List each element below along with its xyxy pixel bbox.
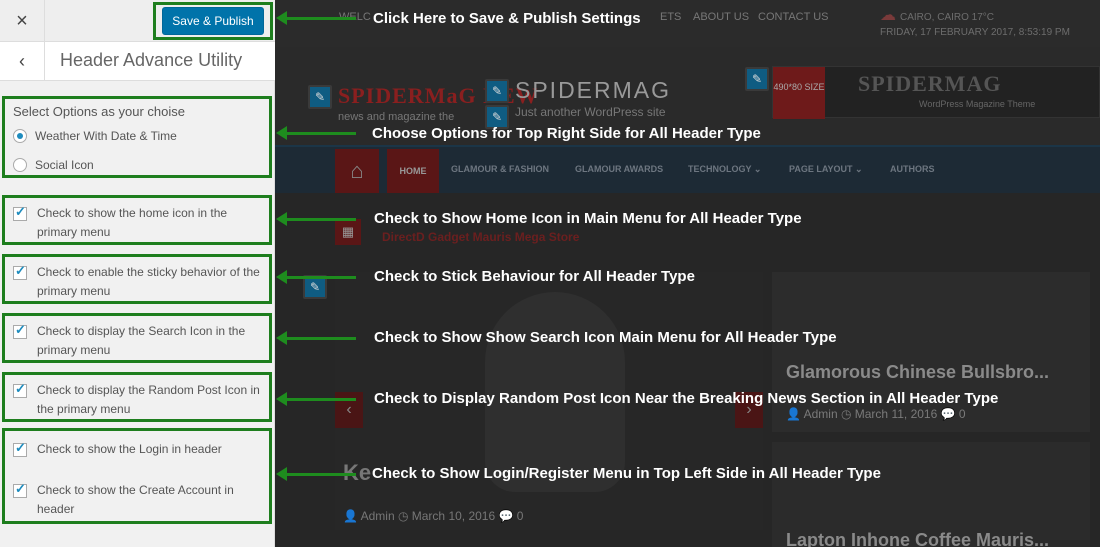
header-ad[interactable]: 490*80 SIZE SPIDERMAG WordPress Magazine… <box>772 66 1100 119</box>
site-name: SPIDERMAG <box>515 77 672 103</box>
annotation-random-post: Check to Display Random Post Icon Near t… <box>374 390 999 407</box>
checkbox[interactable] <box>13 204 27 221</box>
radio-button[interactable] <box>13 129 27 143</box>
nav-item[interactable]: AUTHORS <box>890 164 935 174</box>
search-icon-group: Check to display the Search Icon in the … <box>2 313 272 363</box>
annotation-home-icon: Check to Show Home Icon in Main Menu for… <box>374 210 802 227</box>
nav-item[interactable]: GLAMOUR & FASHION <box>451 164 549 174</box>
top-menu-item[interactable]: CONTACT US <box>758 11 829 23</box>
calendar-icon[interactable]: ▦ <box>335 219 361 245</box>
radio-label: Weather With Date & Time <box>35 129 177 143</box>
checkbox-label: Check to show the Login in header <box>37 442 222 456</box>
top-menu-item[interactable]: ETS <box>660 11 681 23</box>
checkbox-login[interactable]: Check to show the Login in header <box>13 440 263 459</box>
cloud-icon: ☁ <box>880 7 896 24</box>
annotation-arrow <box>276 467 356 481</box>
radio-social[interactable]: Social Icon <box>13 158 94 172</box>
checkbox-random-post[interactable]: Check to display the Random Post Icon in… <box>13 381 263 419</box>
checkbox-label: Check to display the Search Icon in the … <box>37 324 246 357</box>
post-title[interactable]: Glamorous Chinese Bullsbro... <box>786 362 1049 383</box>
checkbox[interactable] <box>13 322 27 339</box>
sticky-group: Check to enable the sticky behavior of t… <box>2 254 272 304</box>
save-publish-button[interactable]: Save & Publish <box>162 7 264 35</box>
checkbox-search-icon[interactable]: Check to display the Search Icon in the … <box>13 322 263 360</box>
annotation-login: Check to Show Login/Register Menu in Top… <box>372 465 881 482</box>
checkbox[interactable] <box>13 381 27 398</box>
checkbox-home-icon[interactable]: Check to show the home icon in the prima… <box>13 204 263 242</box>
annotation-options: Choose Options for Top Right Side for Al… <box>372 125 761 142</box>
site-tagline: Just another WordPress site <box>515 105 666 119</box>
section-title: Header Advance Utility <box>60 50 243 70</box>
publish-highlight: Save & Publish <box>153 2 273 40</box>
post-meta: 👤 Admin ◷ March 11, 2016 💬 0 <box>786 407 966 421</box>
slider-meta: 👤 Admin ◷ March 10, 2016 💬 0 <box>343 509 524 523</box>
radio-weather[interactable]: Weather With Date & Time <box>13 129 177 143</box>
weather-location: CAIRO, CAIRO 17°C <box>900 12 995 23</box>
close-icon[interactable]: × <box>0 0 45 42</box>
annotation-arrow <box>276 392 356 406</box>
checkbox-sticky[interactable]: Check to enable the sticky behavior of t… <box>13 263 263 301</box>
nav-item[interactable]: PAGE LAYOUT ⌄ <box>789 164 863 175</box>
ad-title: SPIDERMAG <box>858 71 1002 96</box>
nav-home[interactable]: HOME <box>387 149 439 193</box>
checkbox-label: Check to enable the sticky behavior of t… <box>37 265 260 298</box>
edit-pencil-icon[interactable]: ✎ <box>308 85 332 109</box>
annotation-arrow <box>276 212 356 226</box>
annotation-search: Check to Show Show Search Icon Main Menu… <box>374 329 837 346</box>
back-icon[interactable]: ‹ <box>0 42 45 81</box>
home-icon[interactable]: ⌂ <box>335 149 379 193</box>
post-card[interactable]: Lapton Inhone Coffee Mauris... <box>772 442 1090 547</box>
edit-pencil-icon[interactable]: ✎ <box>485 79 509 103</box>
logo-subtitle: news and magazine the <box>338 111 455 123</box>
checkbox-label: Check to show the Create Account in head… <box>37 483 234 516</box>
post-card[interactable]: Glamorous Chinese Bullsbro... 👤 Admin ◷ … <box>772 272 1090 432</box>
home-icon-group: Check to show the home icon in the prima… <box>2 195 272 245</box>
edit-pencil-icon[interactable]: ✎ <box>745 67 769 91</box>
options-group: Select Options as your choise Weather Wi… <box>2 96 272 178</box>
checkbox-create-account[interactable]: Check to show the Create Account in head… <box>13 481 263 519</box>
annotation-publish: Click Here to Save & Publish Settings <box>373 10 641 27</box>
weather-date: FRIDAY, 17 FEBRUARY 2017, 8:53:19 PM <box>880 27 1070 38</box>
checkbox-label: Check to show the home icon in the prima… <box>37 206 228 239</box>
nav-item[interactable]: GLAMOUR AWARDS <box>575 164 663 174</box>
radio-label: Social Icon <box>35 158 94 172</box>
annotation-arrow <box>276 126 356 140</box>
weather-widget: ☁ CAIRO, CAIRO 17°C FRIDAY, 17 FEBRUARY 2… <box>880 8 1070 40</box>
annotation-arrow <box>276 270 356 284</box>
breaking-news[interactable]: DirectD Gadget Mauris Mega Store <box>382 230 579 244</box>
customizer-topbar: × Save & Publish <box>0 0 275 42</box>
ad-tagline: WordPress Magazine Theme <box>919 99 1036 109</box>
login-group: Check to show the Login in header Check … <box>2 428 272 524</box>
checkbox[interactable] <box>13 440 27 457</box>
options-title: Select Options as your choise <box>13 104 185 119</box>
annotation-arrow <box>276 11 356 25</box>
checkbox-label: Check to display the Random Post Icon in… <box>37 383 260 416</box>
top-menu-item[interactable]: ABOUT US <box>693 11 749 23</box>
random-post-group: Check to display the Random Post Icon in… <box>2 372 272 422</box>
nav-item[interactable]: TECHNOLOGY ⌄ <box>688 164 761 175</box>
primary-menu: ⌂ HOME GLAMOUR & FASHION GLAMOUR AWARDS … <box>275 145 1100 193</box>
checkbox[interactable] <box>13 263 27 280</box>
customizer-panel: × Save & Publish ‹ Header Advance Utilit… <box>0 0 275 547</box>
ad-size-label: 490*80 SIZE <box>773 67 825 119</box>
checkbox[interactable] <box>13 481 27 498</box>
section-header: ‹ Header Advance Utility <box>0 42 275 81</box>
post-title[interactable]: Lapton Inhone Coffee Mauris... <box>786 530 1049 547</box>
annotation-arrow <box>276 331 356 345</box>
radio-button[interactable] <box>13 158 27 172</box>
annotation-sticky: Check to Stick Behaviour for All Header … <box>374 268 695 285</box>
